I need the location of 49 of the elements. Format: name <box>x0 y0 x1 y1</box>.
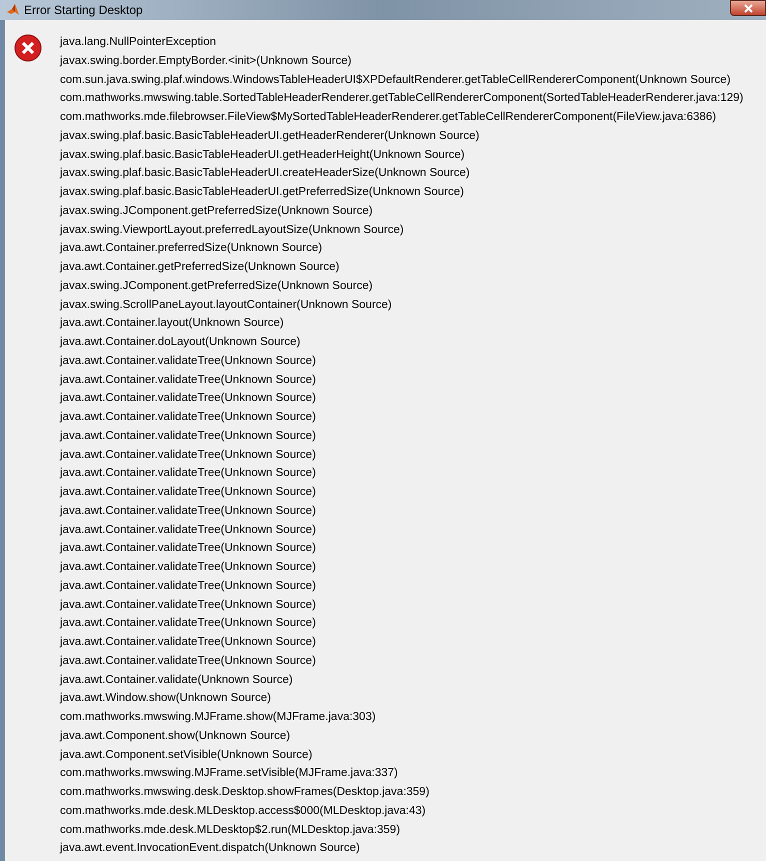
stack-trace-line: javax.swing.border.EmptyBorder.<init>(Unknown Source) <box>60 54 352 69</box>
stack-trace-line: com.mathworks.mwswing.desk.Desktop.showFrames(Desktop.java:359) <box>60 785 430 800</box>
stack-trace-line: java.awt.Container.validateTree(Unknown Source) <box>60 485 316 500</box>
stack-trace-line: java.lang.NullPointerException <box>60 35 216 50</box>
stack-trace-line: java.awt.Container.getPreferredSize(Unknown Source) <box>60 260 340 275</box>
stack-trace-line: java.awt.Container.validateTree(Unknown Source) <box>60 522 316 538</box>
stack-trace-line: java.awt.Container.doLayout(Unknown Source) <box>60 335 300 350</box>
stack-trace-line: javax.swing.plaf.basic.BasicTableHeaderUI.getHeaderHeight(Unknown Source) <box>60 148 465 162</box>
stack-trace-line: java.awt.Container.validate(Unknown Source) <box>60 672 293 688</box>
stack-trace-line: java.awt.Container.validateTree(Unknown Source) <box>60 598 316 612</box>
stack-trace-line: com.mathworks.mwswing.table.SortedTableHeaderRenderer.getTableCellRendererComponent(SortedTableHeaderRenderer.java:129) <box>60 91 744 106</box>
stack-trace-line: javax.swing.plaf.basic.BasicTableHeaderUI.getPreferredSize(Unknown Source) <box>60 185 464 200</box>
stack-trace-line: com.sun.java.swing.plaf.windows.WindowsTableHeaderUI$XPDefaultRenderer.getTableCellRendererComponent(Unknown Source) <box>60 72 731 88</box>
stack-trace-line: java.awt.Window.show(Unknown Source) <box>60 691 271 706</box>
stack-trace-line: java.awt.Container.validateTree(Unknown Source) <box>60 354 316 369</box>
stack-trace-line: java.awt.event.InvocationEvent.dispatch(Unknown Source) <box>60 841 360 856</box>
stack-trace-line: com.mathworks.mwswing.MJFrame.setVisible(MJFrame.java:337) <box>60 766 398 782</box>
stack-trace-line: com.mathworks.mde.desk.MLDesktop$2.run(MLDesktop.java:359) <box>60 822 400 838</box>
stack-trace-line: com.mathworks.mde.desk.MLDesktop.access$000(MLDesktop.java:43) <box>60 804 426 819</box>
stack-trace-line: javax.swing.JComponent.getPreferredSize(Unknown Source) <box>60 204 373 219</box>
app-logo-icon <box>6 3 20 17</box>
stack-trace-line: javax.swing.plaf.basic.BasicTableHeaderUI.getHeaderRenderer(Unknown Source) <box>60 128 480 144</box>
stack-trace-line: java.awt.Container.validateTree(Unknown Source) <box>60 448 316 462</box>
close-button[interactable] <box>730 0 766 16</box>
stack-trace-line: com.mathworks.mwswing.MJFrame.show(MJFrame.java:303) <box>60 710 376 725</box>
stack-trace-line: java.awt.Container.validateTree(Unknown Source) <box>60 541 316 556</box>
stack-trace-line: java.awt.Container.validateTree(Unknown Source) <box>60 410 316 425</box>
stack-trace-line: java.awt.Container.validateTree(Unknown Source) <box>60 560 316 575</box>
stack-trace-line: java.awt.Container.validateTree(Unknown Source) <box>60 391 316 406</box>
stack-trace-line: javax.swing.JComponent.getPreferredSize(Unknown Source) <box>60 278 373 294</box>
stack-trace-line: java.awt.Container.validateTree(Unknown Source) <box>60 372 316 388</box>
stack-trace-line: java.awt.Container.validateTree(Unknown Source) <box>60 578 316 594</box>
stack-trace-line: java.awt.Container.preferredSize(Unknown Source) <box>60 241 322 256</box>
stack-trace-line: java.awt.Component.setVisible(Unknown Source) <box>60 748 312 762</box>
error-icon <box>14 34 42 62</box>
stack-trace-line: java.awt.Container.layout(Unknown Source) <box>60 316 284 332</box>
stack-trace-line: java.awt.Container.validateTree(Unknown Source) <box>60 428 316 444</box>
window-title: Error Starting Desktop <box>24 2 143 19</box>
stack-trace-line: com.mathworks.mde.filebrowser.FileView$MySortedTableHeaderRenderer.getTableCellRendererComponent(FileView.java:6386) <box>60 110 716 125</box>
stack-trace-line: java.awt.Component.show(Unknown Source) <box>60 728 290 744</box>
stack-trace-line: java.awt.Container.validateTree(Unknown Source) <box>60 466 316 482</box>
close-icon <box>744 4 752 12</box>
stack-trace-line: java.awt.Container.validateTree(Unknown Source) <box>60 616 316 632</box>
stack-trace-line: javax.swing.plaf.basic.BasicTableHeaderUI.createHeaderSize(Unknown Source) <box>60 166 470 182</box>
stack-trace-line: java.awt.Container.validateTree(Unknown Source) <box>60 635 316 650</box>
stack-trace-line: javax.swing.ScrollPaneLayout.layoutContainer(Unknown Source) <box>60 298 392 312</box>
stack-trace-line: java.awt.Container.validateTree(Unknown Source) <box>60 654 316 669</box>
stack-trace-line: java.awt.Container.validateTree(Unknown Source) <box>60 504 316 519</box>
stack-trace-line: javax.swing.ViewportLayout.preferredLayoutSize(Unknown Source) <box>60 222 404 238</box>
